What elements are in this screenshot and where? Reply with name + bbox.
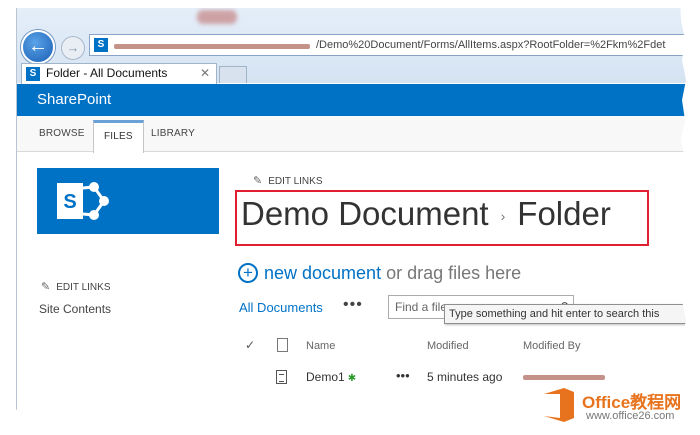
new-tab-button[interactable] [219, 66, 247, 83]
column-header-name[interactable]: Name [306, 340, 335, 352]
sharepoint-favicon-icon: S [26, 67, 40, 81]
tab-browse[interactable]: BROWSE [39, 128, 85, 139]
new-document-bar: + new document or drag files here [238, 263, 521, 284]
back-button[interactable]: ← [21, 30, 55, 64]
left-edit-links[interactable]: ✎ EDIT LINKS [41, 280, 111, 293]
watermark: Office教程网 www.office26.com [530, 380, 700, 435]
search-tooltip: Type something and hit enter to search t… [444, 304, 700, 324]
pencil-icon: ✎ [41, 281, 51, 293]
checkmark-icon[interactable]: ✓ [245, 338, 255, 352]
new-document-link[interactable]: new document [264, 263, 381, 283]
breadcrumb-library[interactable]: Demo Document [241, 195, 489, 232]
modified-value: 5 minutes ago [427, 370, 503, 384]
tab-files[interactable]: FILES [93, 120, 144, 153]
back-arrow-icon: ← [28, 35, 48, 57]
tab-title: Folder - All Documents [46, 66, 168, 80]
column-header-modified-by[interactable]: Modified By [523, 340, 580, 352]
address-url-text: /Demo%20Document/Forms/AllItems.aspx?Roo… [316, 39, 666, 51]
new-item-icon: ✱ [347, 373, 357, 384]
address-bar[interactable]: S /Demo%20Document/Forms/AllItems.aspx?R… [89, 34, 700, 56]
suite-bar: SharePoint [17, 84, 700, 116]
forward-button[interactable]: → [61, 36, 85, 60]
sharepoint-favicon-icon: S [94, 38, 108, 52]
browser-chrome: ← → S /Demo%20Document/Forms/AllItems.as… [17, 8, 700, 84]
left-edit-links-label: EDIT LINKS [56, 282, 111, 293]
blurred-decoration [197, 10, 237, 24]
file-name-link[interactable]: Demo1 [306, 370, 345, 384]
breadcrumb: Demo Document › Folder [241, 195, 611, 233]
sharepoint-logo-icon: S [57, 182, 109, 220]
redacted-url-segment [114, 44, 310, 49]
forward-arrow-icon: → [66, 40, 80, 55]
document-icon [276, 370, 287, 384]
watermark-url: www.office26.com [586, 410, 675, 422]
top-edit-links-label: EDIT LINKS [268, 176, 323, 187]
column-header-modified[interactable]: Modified [427, 340, 469, 352]
top-edit-links[interactable]: ✎ EDIT LINKS [253, 174, 323, 187]
plus-circle-icon[interactable]: + [238, 263, 258, 283]
tab-library[interactable]: LIBRARY [151, 128, 195, 139]
breadcrumb-separator-icon: › [500, 208, 506, 225]
svg-text:S: S [63, 191, 76, 213]
site-contents-link[interactable]: Site Contents [39, 302, 111, 316]
view-all-documents[interactable]: All Documents [239, 300, 323, 315]
browser-tab[interactable]: S Folder - All Documents ✕ [21, 63, 217, 84]
office-logo-icon [544, 388, 574, 422]
site-logo[interactable]: S [37, 168, 219, 234]
pencil-icon: ✎ [253, 175, 263, 187]
view-more-button[interactable]: ••• [343, 296, 363, 314]
document-icon [277, 338, 288, 352]
breadcrumb-folder: Folder [517, 195, 611, 232]
table-row-name[interactable]: Demo1 ✱ [306, 370, 356, 384]
row-menu-button[interactable]: ••• [396, 368, 410, 383]
browser-window: ← → S /Demo%20Document/Forms/AllItems.as… [16, 8, 700, 416]
search-placeholder: Find a file [395, 300, 448, 314]
close-tab-icon[interactable]: ✕ [200, 64, 210, 83]
ribbon: BROWSE FILES LIBRARY [17, 116, 700, 153]
drag-files-hint: or drag files here [386, 263, 522, 283]
suite-title[interactable]: SharePoint [37, 91, 111, 108]
torn-edge-right [680, 0, 700, 420]
